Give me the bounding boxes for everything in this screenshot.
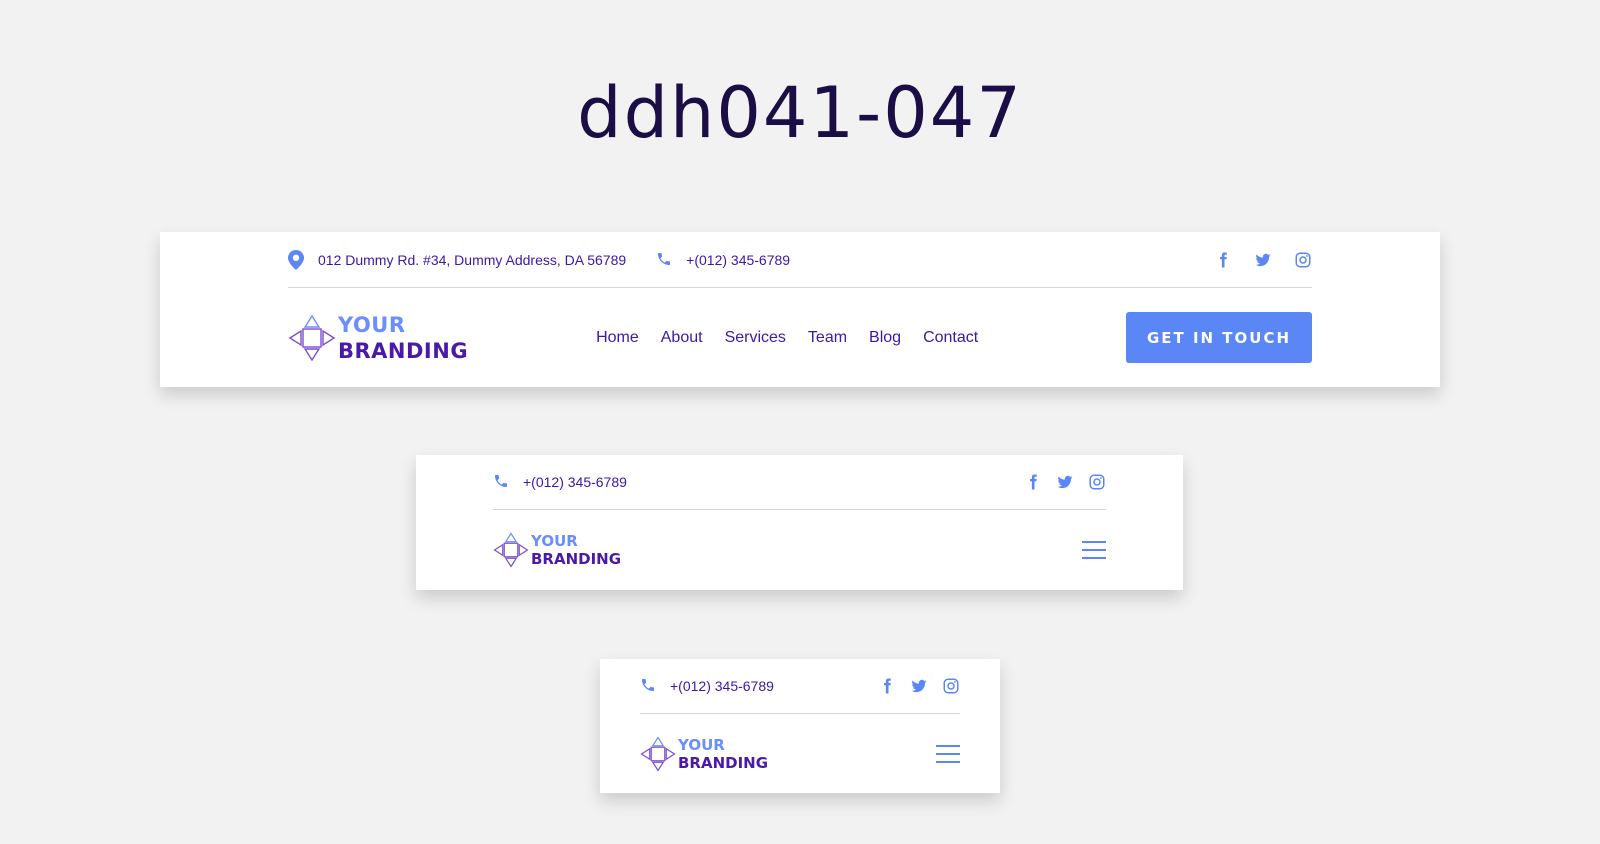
main-bar: YOUR BRANDING [493, 510, 1106, 590]
header-mobile: +(012) 345-6789 YOUR BRANDING [600, 659, 1000, 793]
phone-text: +(012) 345-6789 [686, 251, 791, 268]
social-links [1192, 251, 1312, 269]
hamburger-menu-icon[interactable] [936, 744, 960, 763]
twitter-icon[interactable] [910, 677, 928, 695]
get-in-touch-button[interactable]: GET IN TOUCH [1126, 312, 1312, 363]
logo-line-2: BRANDING [338, 338, 469, 363]
logo-line-1: YOUR [531, 532, 578, 550]
main-nav: Home About Services Team Blog Contact [596, 329, 1000, 347]
nav-about[interactable]: About [661, 329, 703, 347]
twitter-icon[interactable] [1056, 473, 1074, 491]
nav-team[interactable]: Team [808, 329, 847, 347]
main-bar: YOUR BRANDING [640, 714, 960, 793]
header-tablet: +(012) 345-6789 YOUR BRANDING [416, 455, 1183, 590]
nav-blog[interactable]: Blog [869, 329, 901, 347]
logo-line-1: YOUR [338, 312, 406, 337]
nav-contact[interactable]: Contact [923, 329, 978, 347]
header-desktop: 012 Dummy Rd. #34, Dummy Address, DA 567… [160, 232, 1440, 387]
logo[interactable]: YOUR BRANDING [493, 532, 621, 568]
phone-icon [493, 472, 509, 492]
topbar: +(012) 345-6789 [493, 455, 1106, 510]
logo-line-2: BRANDING [531, 550, 622, 568]
topbar: +(012) 345-6789 [640, 659, 960, 714]
social-links [864, 677, 960, 695]
instagram-icon[interactable] [1088, 473, 1106, 491]
phone-text: +(012) 345-6789 [670, 678, 774, 694]
phone-icon [640, 676, 656, 696]
phone-item[interactable]: +(012) 345-6789 [656, 250, 790, 270]
logo-mark-icon [640, 735, 676, 772]
location-pin-icon [288, 249, 304, 270]
phone-text: +(012) 345-6789 [523, 474, 627, 490]
logo[interactable]: YOUR BRANDING [288, 312, 468, 364]
page-title: ddh041-047 [577, 72, 1023, 154]
nav-services[interactable]: Services [725, 329, 786, 347]
logo-line-1: YOUR [678, 735, 725, 754]
phone-icon [656, 250, 672, 270]
twitter-icon[interactable] [1254, 251, 1272, 269]
address-text: 012 Dummy Rd. #34, Dummy Address, DA 567… [318, 251, 627, 268]
address-item: 012 Dummy Rd. #34, Dummy Address, DA 567… [288, 249, 627, 270]
instagram-icon[interactable] [1294, 251, 1312, 269]
phone-item[interactable]: +(012) 345-6789 [493, 472, 627, 492]
facebook-icon[interactable] [1214, 251, 1232, 269]
logo-mark-icon [288, 314, 336, 361]
logo-mark-icon [493, 532, 529, 568]
facebook-icon[interactable] [878, 677, 896, 695]
topbar: 012 Dummy Rd. #34, Dummy Address, DA 567… [288, 232, 1312, 288]
facebook-icon[interactable] [1024, 473, 1042, 491]
instagram-icon[interactable] [942, 677, 960, 695]
logo[interactable]: YOUR BRANDING [640, 736, 768, 772]
hamburger-menu-icon[interactable] [1082, 541, 1106, 559]
logo-line-2: BRANDING [678, 753, 769, 772]
social-links [1010, 473, 1106, 491]
nav-home[interactable]: Home [596, 329, 639, 347]
main-bar: YOUR BRANDING Home About Services Team B… [288, 288, 1312, 387]
phone-item[interactable]: +(012) 345-6789 [640, 676, 774, 696]
